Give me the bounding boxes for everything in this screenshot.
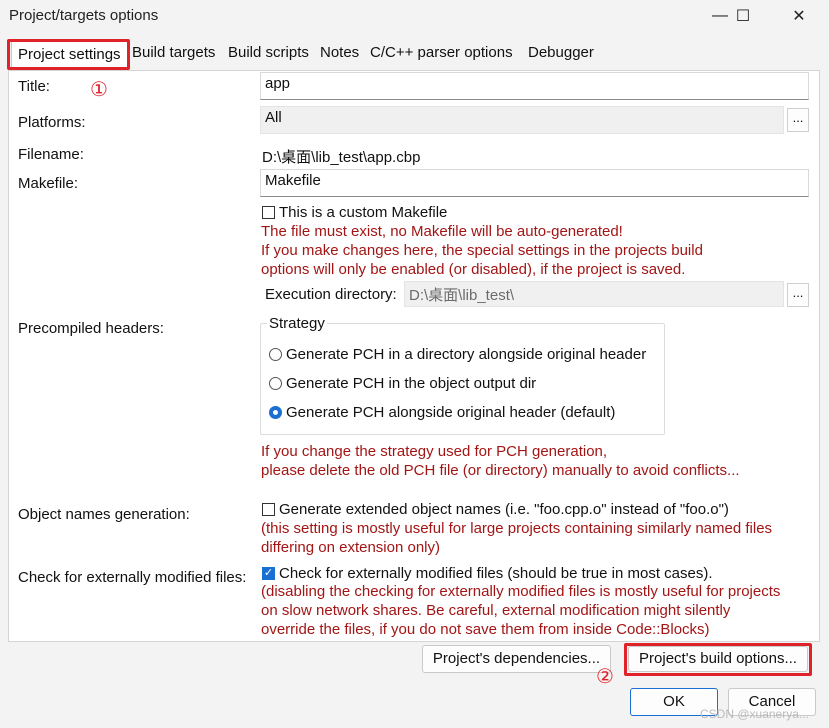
platforms-label: Platforms:: [18, 114, 86, 131]
tab-notes[interactable]: Notes: [320, 44, 359, 61]
pch-warning-2: please delete the old PCH file (or direc…: [261, 462, 740, 479]
pch-warning-1: If you change the strategy used for PCH …: [261, 443, 608, 460]
strategy-legend: Strategy: [267, 315, 327, 332]
objnames-note-2: differing on extension only): [261, 539, 441, 556]
makefile-warning-1: The file must exist, no Makefile will be…: [261, 223, 623, 240]
pch-label: Precompiled headers:: [18, 320, 164, 337]
objnames-label: Object names generation:: [18, 506, 190, 523]
custom-makefile-checkbox[interactable]: [262, 206, 275, 219]
strategy-radio-3[interactable]: [269, 406, 282, 419]
extmod-note-2: on slow network shares. Be careful, exte…: [261, 602, 731, 619]
exec-dir-input[interactable]: D:\桌面\lib_test\: [404, 281, 784, 307]
window-title: Project/targets options: [9, 7, 159, 24]
tab-strip: Project settings Build targets Build scr…: [8, 40, 820, 70]
makefile-input[interactable]: Makefile: [260, 169, 809, 197]
makefile-label: Makefile:: [18, 175, 79, 192]
objnames-checkbox[interactable]: [262, 503, 275, 516]
exec-dir-browse-button[interactable]: ...: [787, 283, 809, 307]
title-label: Title:: [18, 78, 50, 95]
close-button[interactable]: ✕: [776, 0, 822, 32]
platforms-value: All: [265, 109, 282, 126]
custom-makefile-label: This is a custom Makefile: [279, 204, 448, 221]
strategy-option-3-label: Generate PCH alongside original header (…: [286, 404, 616, 421]
filename-value: D:\桌面\lib_test\app.cbp: [262, 149, 421, 166]
tab-debugger[interactable]: Debugger: [528, 44, 594, 61]
makefile-warning-3: options will only be enabled (or disable…: [261, 261, 686, 278]
filename-label: Filename:: [18, 146, 84, 163]
makefile-warning-2: If you make changes here, the special se…: [261, 242, 703, 259]
exec-dir-label: Execution directory:: [265, 286, 397, 303]
annotation-marker-1: ①: [90, 79, 108, 101]
project-build-options-button[interactable]: Project's build options...: [628, 646, 808, 672]
strategy-option-1-label: Generate PCH in a directory alongside or…: [286, 346, 647, 363]
objnames-check-label: Generate extended object names (i.e. "fo…: [279, 501, 729, 518]
maximize-button[interactable]: ☐: [720, 0, 766, 32]
extmod-note-1: (disabling the checking for externally m…: [261, 583, 781, 600]
tab-project-settings[interactable]: Project settings: [11, 40, 128, 69]
project-dependencies-button[interactable]: Project's dependencies...: [422, 645, 611, 673]
extmod-note-3: override the files, if you do not save t…: [261, 621, 710, 638]
objnames-note-1: (this setting is mostly useful for large…: [261, 520, 773, 537]
platforms-browse-button[interactable]: ...: [787, 108, 809, 132]
watermark: CSDN @xuanerya...: [700, 707, 809, 721]
platforms-field[interactable]: All: [260, 106, 784, 134]
close-icon: ✕: [792, 8, 806, 25]
annotation-marker-2: ②: [596, 666, 614, 688]
extmod-check-label: Check for externally modified files (sho…: [279, 565, 713, 582]
strategy-radio-2[interactable]: [269, 377, 282, 390]
extmod-label: Check for externally modified files:: [18, 569, 247, 586]
tab-build-scripts[interactable]: Build scripts: [228, 44, 309, 61]
maximize-icon: ☐: [735, 8, 751, 25]
title-input[interactable]: app: [260, 72, 809, 100]
extmod-checkbox[interactable]: ✓: [262, 567, 275, 580]
tab-cpp-parser-options[interactable]: C/C++ parser options: [370, 44, 513, 61]
tab-build-targets[interactable]: Build targets: [132, 44, 215, 61]
strategy-radio-1[interactable]: [269, 348, 282, 361]
strategy-option-2-label: Generate PCH in the object output dir: [286, 375, 537, 392]
